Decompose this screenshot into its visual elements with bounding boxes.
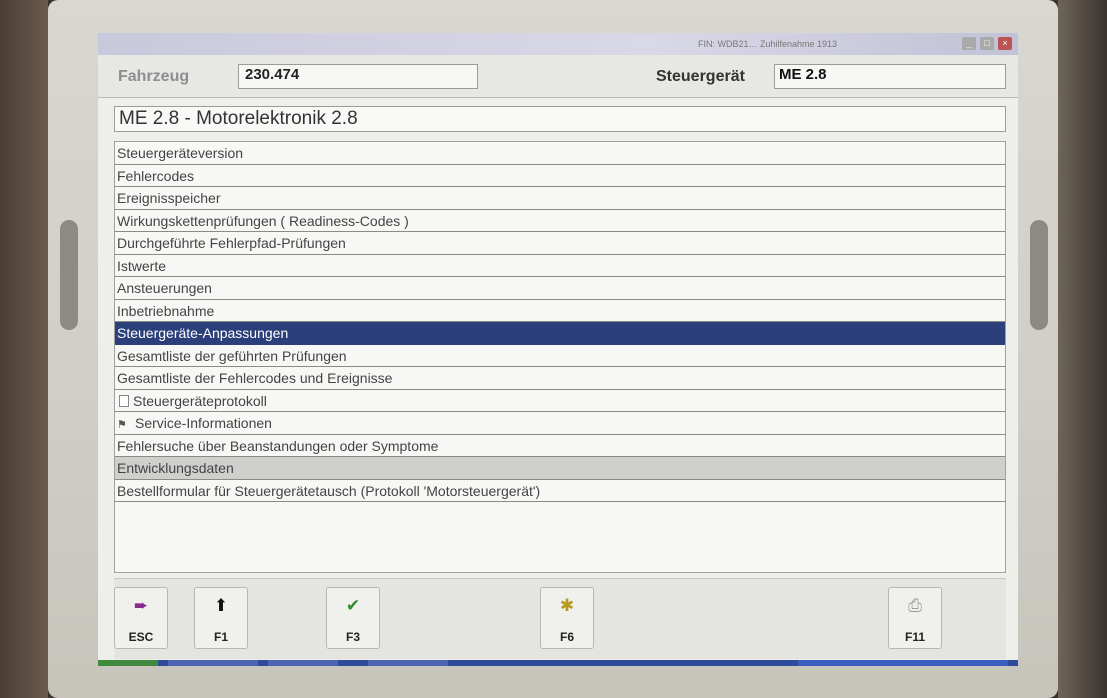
menu-item-ecu-adaptations[interactable]: Steuergeräte-Anpassungen bbox=[115, 322, 1005, 345]
taskbar-button[interactable] bbox=[268, 660, 338, 666]
start-button[interactable] bbox=[98, 660, 158, 666]
f6-label: F6 bbox=[559, 630, 574, 644]
system-tray bbox=[798, 660, 1008, 666]
bezel-latch-right bbox=[1030, 220, 1048, 330]
menu-item-service-info[interactable]: ⚑ Service-Informationen bbox=[115, 412, 1005, 435]
menu-item-label: Service-Informationen bbox=[135, 415, 272, 431]
menu-item-label: Gesamtliste der Fehlercodes und Ereignis… bbox=[117, 370, 393, 386]
f11-button[interactable]: ⎙ F11 bbox=[888, 587, 942, 649]
background-wall-right bbox=[1058, 0, 1107, 698]
menu-item-fault-path-tests[interactable]: Durchgeführte Fehlerpfad-Prüfungen bbox=[115, 232, 1005, 255]
ecu-field: ME 2.8 bbox=[774, 64, 1006, 89]
menu-item-label: Fehlercodes bbox=[117, 167, 195, 184]
print-icon: ⎙ bbox=[908, 596, 922, 615]
vehicle-header: Fahrzeug 230.474 Steuergerät ME 2.8 bbox=[98, 55, 1018, 98]
background-wall-left bbox=[0, 0, 48, 698]
tool-icon: ✱ bbox=[559, 596, 575, 615]
menu-item-order-form[interactable]: Bestellformular für Steuergerätetausch (… bbox=[115, 480, 1005, 502]
menu-item-label: Ansteuerungen bbox=[117, 280, 212, 296]
menu-item-label: Ereignisspeicher bbox=[117, 190, 221, 206]
menu-item-event-memory[interactable]: Ereignisspeicher bbox=[115, 187, 1005, 210]
menu-item-actual-values[interactable]: Istwerte bbox=[115, 255, 1005, 277]
window-titlebar: FIN: WDB21… Zuhilfenahme 1913 _ □ × bbox=[98, 33, 1018, 55]
menu-item-label: Gesamtliste der geführten Prüfungen bbox=[117, 347, 347, 364]
taskbar-button[interactable] bbox=[168, 660, 258, 666]
check-icon: ✔ bbox=[345, 596, 361, 615]
f1-label: F1 bbox=[213, 630, 228, 644]
taskbar-button[interactable] bbox=[368, 660, 448, 666]
screen: FIN: WDB21… Zuhilfenahme 1913 _ □ × Fahr… bbox=[98, 33, 1018, 666]
f11-label: F11 bbox=[904, 630, 925, 644]
help-pointer-icon: ⬆ bbox=[213, 596, 229, 615]
maximize-button[interactable]: □ bbox=[980, 37, 994, 50]
menu-item-label: Inbetriebnahme bbox=[117, 302, 215, 319]
windows-taskbar bbox=[98, 660, 1018, 666]
menu-item-commissioning[interactable]: Inbetriebnahme bbox=[115, 300, 1005, 322]
titlebar-text: FIN: WDB21… Zuhilfenahme 1913 bbox=[698, 39, 838, 49]
menu-item-label: Steuergeräteversion bbox=[117, 145, 244, 161]
f1-button[interactable]: ⬆ F1 bbox=[194, 587, 248, 649]
close-button[interactable]: × bbox=[998, 37, 1012, 50]
f6-button[interactable]: ✱ F6 bbox=[540, 587, 594, 649]
menu-item-label: Entwicklungsdaten bbox=[117, 460, 234, 476]
f3-button[interactable]: ✔ F3 bbox=[326, 587, 380, 649]
exit-icon: ➨ bbox=[133, 596, 149, 615]
menu-item-readiness-codes[interactable]: Wirkungskettenprüfungen ( Readiness-Code… bbox=[115, 210, 1005, 232]
minimize-button[interactable]: _ bbox=[962, 37, 976, 50]
menu-item-label: Steuergeräteprotokoll bbox=[133, 392, 267, 409]
bezel-latch-left bbox=[60, 220, 78, 330]
menu-item-label: Wirkungskettenprüfungen ( Readiness-Code… bbox=[117, 212, 409, 229]
esc-label: ESC bbox=[128, 630, 154, 644]
menu-item-ecu-log[interactable]: Steuergeräteprotokoll bbox=[115, 390, 1005, 412]
document-icon bbox=[119, 394, 129, 407]
menu-item-actuations[interactable]: Ansteuerungen bbox=[115, 277, 1005, 300]
menu-item-label: Durchgeführte Fehlerpfad-Prüfungen bbox=[117, 235, 346, 251]
f3-label: F3 bbox=[345, 630, 360, 644]
menu-item-fault-event-list[interactable]: Gesamtliste der Fehlercodes und Ereignis… bbox=[115, 367, 1005, 390]
vehicle-field: 230.474 bbox=[238, 64, 478, 89]
menu-item-label: Bestellformular für Steuergerätetausch (… bbox=[117, 482, 541, 499]
menu-item-label: Fehlersuche über Beanstandungen oder Sym… bbox=[117, 437, 439, 454]
function-menu: Steuergeräteversion Fehlercodes Ereignis… bbox=[114, 141, 1006, 573]
menu-item-fault-codes[interactable]: Fehlercodes bbox=[115, 165, 1005, 187]
menu-item-ecu-version[interactable]: Steuergeräteversion bbox=[115, 142, 1005, 165]
menu-item-troubleshooting[interactable]: Fehlersuche über Beanstandungen oder Sym… bbox=[115, 435, 1005, 457]
function-key-bar: ➨ ESC ⬆ F1 ✔ F3 ✱ F6 ⎙ F11 bbox=[114, 578, 1006, 659]
menu-item-label: Istwerte bbox=[117, 257, 167, 274]
esc-button[interactable]: ➨ ESC bbox=[114, 587, 168, 649]
menu-item-label: Steuergeräte-Anpassungen bbox=[117, 325, 289, 341]
ecu-label: Steuergerät bbox=[656, 68, 745, 85]
menu-item-test-list[interactable]: Gesamtliste der geführten Prüfungen bbox=[115, 345, 1005, 367]
menu-item-development-data[interactable]: Entwicklungsdaten bbox=[115, 457, 1005, 480]
page-title: ME 2.8 - Motorelektronik 2.8 bbox=[114, 106, 1006, 132]
service-book-icon: ⚑ bbox=[117, 419, 127, 431]
vehicle-label: Fahrzeug bbox=[118, 68, 190, 85]
